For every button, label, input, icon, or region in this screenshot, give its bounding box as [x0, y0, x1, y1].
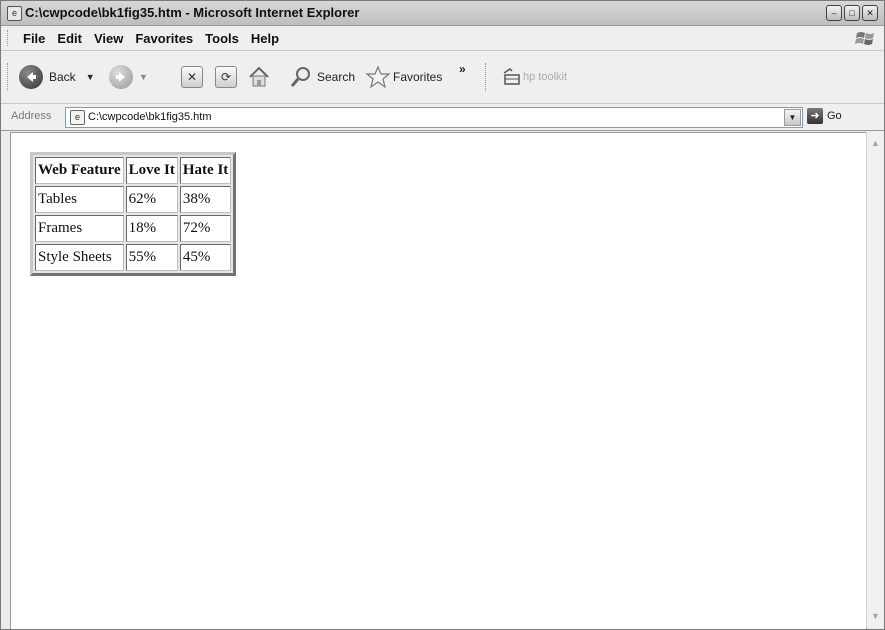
back-dropdown-icon[interactable]: ▼	[86, 72, 95, 82]
menu-tools[interactable]: Tools	[201, 29, 247, 48]
menu-help[interactable]: Help	[247, 29, 287, 48]
address-value: C:\cwpcode\bk1fig35.htm	[88, 111, 212, 123]
hp-toolkit-label: hp toolkit	[523, 71, 568, 83]
menu-edit[interactable]: Edit	[53, 29, 90, 48]
table-cell: 62%	[125, 186, 178, 213]
menu-view[interactable]: View	[90, 29, 131, 48]
toolbar-grip	[7, 63, 11, 91]
back-button[interactable]: Back ▼	[19, 63, 95, 91]
scroll-down-icon[interactable]: ▼	[868, 609, 883, 624]
refresh-icon: ⟳	[215, 66, 237, 88]
table-cell: 45%	[179, 244, 232, 271]
toolbar-overflow-chevron[interactable]: »	[459, 55, 466, 83]
menu-bar: File Edit View Favorites Tools Help	[1, 26, 884, 51]
search-label: Search	[317, 70, 356, 84]
favorites-label: Favorites	[393, 70, 443, 84]
table-row: Style Sheets 55% 45%	[35, 244, 232, 271]
window-title: C:\cwpcode\bk1fig35.htm - Microsoft Inte…	[25, 5, 360, 20]
back-label: Back	[49, 70, 76, 84]
table-cell: 72%	[179, 215, 232, 242]
menu-favorites[interactable]: Favorites	[131, 29, 201, 48]
minimize-icon[interactable]: –	[826, 5, 842, 21]
page-content: Web Feature Love It Hate It Tables 62% 3…	[10, 132, 867, 629]
menu-file[interactable]: File	[19, 29, 53, 48]
address-bar: Address e C:\cwpcode\bk1fig35.htm ▼ ➜ Go	[1, 104, 884, 131]
windows-logo-icon	[855, 32, 874, 45]
go-label: Go	[827, 110, 842, 122]
table-cell: 18%	[125, 215, 178, 242]
ie-page-icon: e	[7, 6, 22, 21]
header-cell: Hate It	[179, 157, 232, 184]
browser-window: e C:\cwpcode\bk1fig35.htm - Microsoft In…	[0, 0, 885, 630]
maximize-icon[interactable]: □	[844, 5, 860, 21]
title-bar: e C:\cwpcode\bk1fig35.htm - Microsoft In…	[1, 1, 884, 26]
standard-toolbar: Back ▼ ▼ ✕ ⟳ Search Favorites » hp toolk…	[1, 51, 884, 104]
table-cell: Style Sheets	[35, 244, 124, 271]
address-label: Address	[11, 110, 52, 122]
stop-icon: ✕	[181, 66, 203, 88]
back-arrow-icon	[19, 65, 43, 89]
table-cell: Tables	[35, 186, 124, 213]
search-icon	[290, 67, 310, 87]
address-dropdown-icon[interactable]: ▼	[784, 109, 801, 126]
go-arrow-icon: ➜	[807, 108, 823, 124]
window-controls: – □ ✕	[826, 5, 878, 21]
forward-dropdown-icon[interactable]: ▼	[139, 72, 148, 82]
forward-button[interactable]: ▼	[109, 63, 148, 91]
table-cell: Frames	[35, 215, 124, 242]
menu-grip	[7, 30, 11, 46]
header-cell: Love It	[125, 157, 178, 184]
search-button[interactable]: Search	[289, 63, 355, 91]
stop-button[interactable]: ✕	[181, 63, 203, 91]
home-button[interactable]	[247, 63, 271, 91]
table-row: Frames 18% 72%	[35, 215, 232, 242]
table-header-row: Web Feature Love It Hate It	[35, 157, 232, 184]
close-icon[interactable]: ✕	[862, 5, 878, 21]
hp-toolkit-button[interactable]: hp toolkit	[501, 63, 567, 91]
hp-toolkit-icon	[503, 68, 520, 85]
web-feature-table: Web Feature Love It Hate It Tables 62% 3…	[30, 152, 237, 276]
toolbar-separator	[485, 63, 487, 91]
forward-arrow-icon	[109, 65, 133, 89]
go-button[interactable]: ➜ Go	[807, 108, 842, 124]
table-cell: 38%	[179, 186, 232, 213]
favorites-button[interactable]: Favorites	[365, 63, 442, 91]
favorites-star-icon	[365, 65, 391, 89]
home-icon	[249, 66, 269, 87]
refresh-button[interactable]: ⟳	[215, 63, 237, 91]
table-row: Tables 62% 38%	[35, 186, 232, 213]
scroll-up-icon[interactable]: ▲	[868, 136, 883, 151]
header-cell: Web Feature	[35, 157, 124, 184]
address-input[interactable]: e C:\cwpcode\bk1fig35.htm ▼	[65, 107, 803, 128]
page-favicon-icon: e	[70, 110, 85, 125]
vertical-scrollbar[interactable]: ▲ ▼	[866, 132, 884, 628]
table-cell: 55%	[125, 244, 178, 271]
